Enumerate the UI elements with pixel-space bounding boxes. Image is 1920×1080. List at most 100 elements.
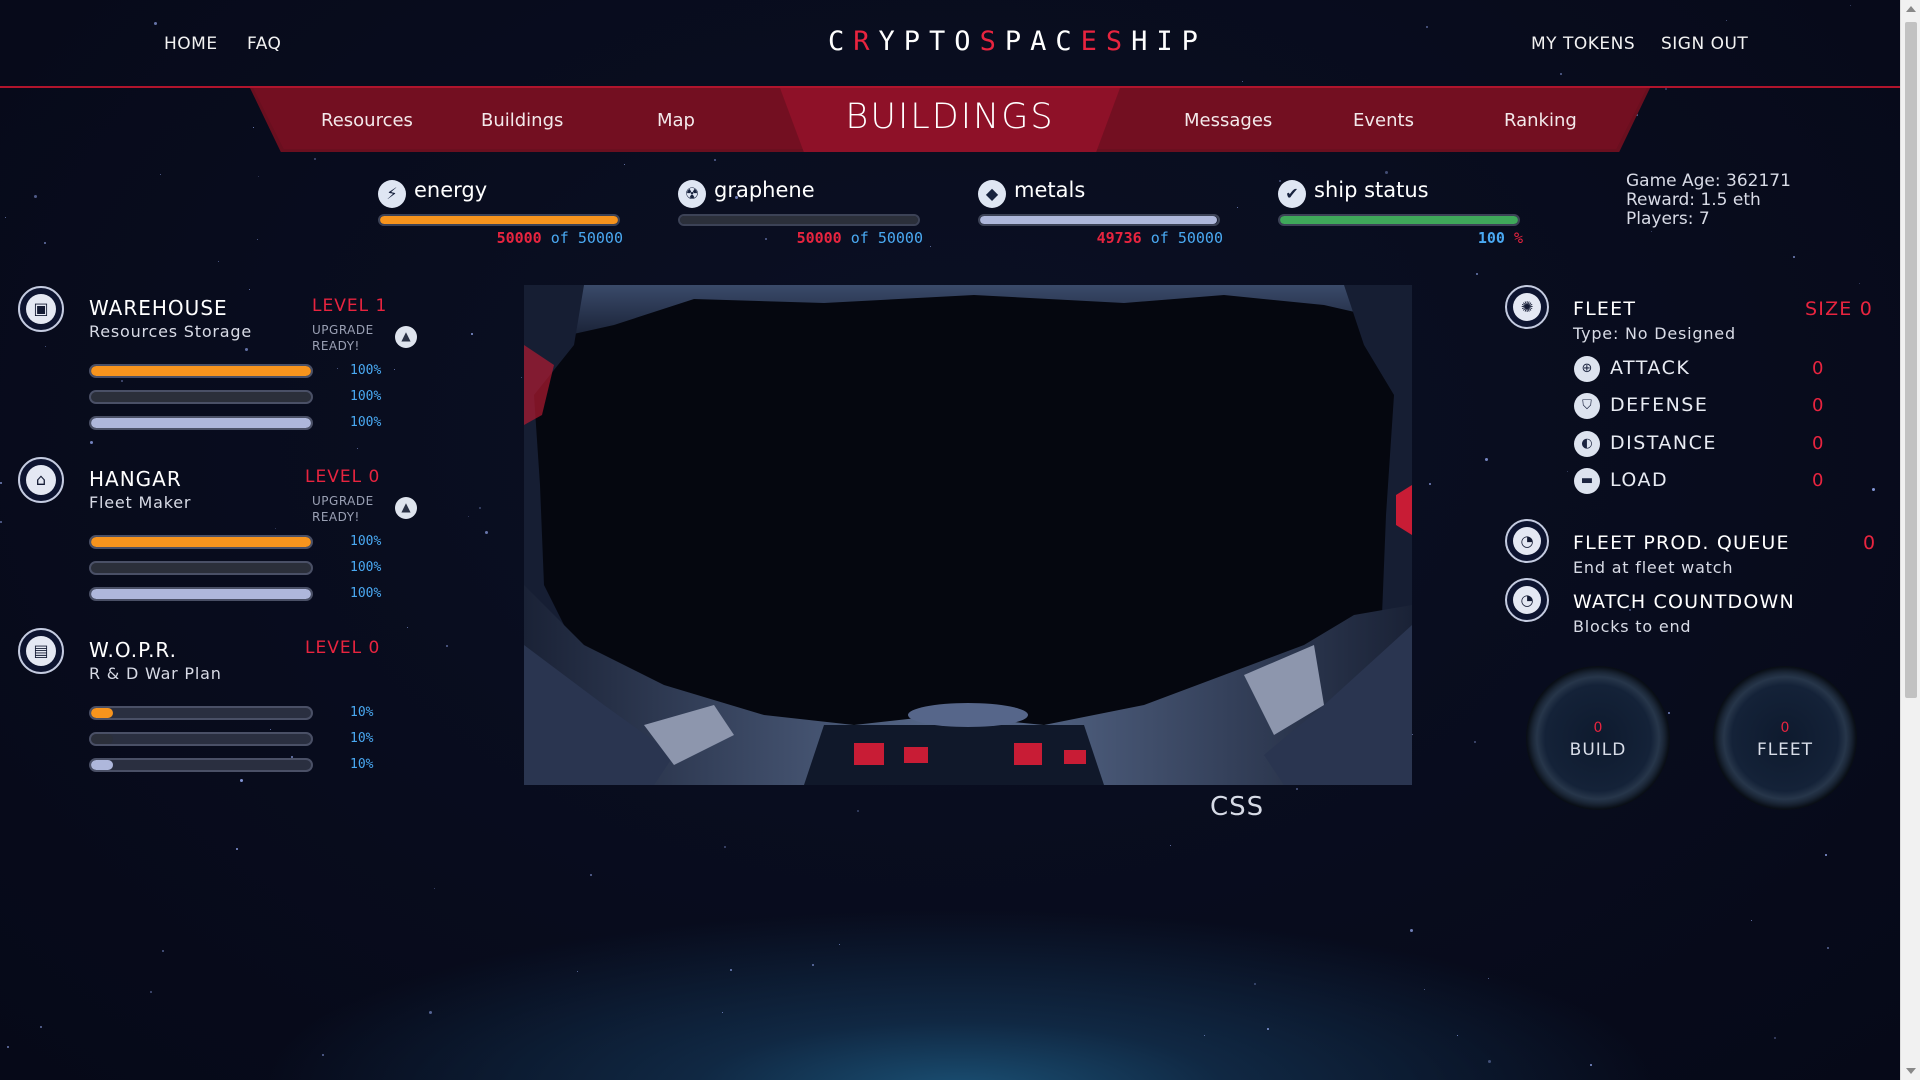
resource-sep: of [1150, 229, 1169, 247]
building-progress-bar [89, 364, 313, 378]
tab-messages[interactable]: Messages [1184, 110, 1272, 131]
building-name: HANGAR [89, 467, 182, 491]
fleet-stat-load-value: 0 [1812, 470, 1824, 491]
build-dial-button[interactable]: 0 BUILD [1526, 666, 1670, 810]
cockpit-viewport [524, 285, 1412, 785]
logo-letters: C [828, 26, 854, 57]
clock-icon: ◔ [1513, 586, 1541, 614]
building-progress-percent: 10% [350, 757, 374, 772]
check-icon: ✔ [1278, 180, 1306, 208]
box-icon: ▣ [26, 294, 56, 324]
cockpit-frame [524, 285, 1412, 785]
upgrade-label: UPGRADE [312, 494, 374, 508]
resource-bar-fill [1280, 216, 1518, 224]
resource-max: 50000 [577, 229, 623, 247]
building-name: WAREHOUSE [89, 296, 228, 320]
resource-current: 50000 [496, 229, 542, 247]
fleet-stat-load-label: LOAD [1610, 469, 1669, 491]
resource-current: 50000 [796, 229, 842, 247]
clock-icon: ◔ [1513, 527, 1541, 555]
upgrade-ready: READY! [312, 510, 360, 524]
queue-icon-button[interactable]: ◔ [1505, 519, 1549, 563]
scroll-thumb[interactable] [1905, 22, 1917, 698]
tab-map[interactable]: Map [657, 110, 695, 131]
fleet-stat-defense-label: DEFENSE [1610, 394, 1709, 416]
resource-name: ship status [1314, 178, 1429, 202]
building-progress-bar [89, 416, 313, 430]
fleet-stat-attack-label: ATTACK [1610, 357, 1691, 379]
building-progress-bar [89, 390, 313, 404]
resource-max: 50000 [877, 229, 923, 247]
resource-name: graphene [714, 178, 815, 202]
upgrade-button[interactable]: ▲ [395, 497, 417, 519]
game-info: Game Age: 362171 Reward: 1.5 eth Players… [1626, 172, 1791, 229]
fleet-stat-distance-label: DISTANCE [1610, 432, 1717, 454]
tab-resources[interactable]: Resources [321, 110, 413, 131]
hangar-icon: ⌂ [26, 465, 56, 495]
building-icon[interactable]: ▤ [18, 628, 64, 674]
fleet-icon-button[interactable]: ✺ [1505, 285, 1549, 329]
resource-value: 50000 of 50000 [797, 229, 923, 247]
watch-subtitle: Blocks to end [1573, 617, 1692, 636]
nav-home-link[interactable]: HOME [164, 34, 218, 54]
fleet-stat-distance-value: 0 [1812, 433, 1824, 454]
building-level: LEVEL 0 [305, 638, 381, 658]
nav-my-tokens-link[interactable]: MY TOKENS [1531, 34, 1635, 54]
scrollbar[interactable] [1900, 0, 1920, 1080]
fleet-title: FLEET [1573, 298, 1637, 320]
building-progress-fill [91, 392, 311, 402]
upgrade-status: UPGRADE READY! [312, 493, 374, 525]
upgrade-button[interactable]: ▲ [395, 326, 417, 348]
building-subtitle: Fleet Maker [89, 493, 192, 512]
resource-current: 100 [1477, 229, 1505, 247]
resource-value: 49736 of 50000 [1097, 229, 1223, 247]
tab-buildings[interactable]: Buildings [481, 110, 563, 131]
fleet-dial-button[interactable]: 0 FLEET [1713, 666, 1857, 810]
queue-title: FLEET PROD. QUEUE [1573, 532, 1790, 554]
building-level: LEVEL 1 [312, 296, 388, 316]
tab-ranking[interactable]: Ranking [1504, 110, 1577, 131]
logo[interactable]: CRYPTOSPACESHIP [828, 26, 1207, 57]
resource-bar [1278, 214, 1520, 226]
building-progress-bar [89, 561, 313, 575]
queue-subtitle: End at fleet watch [1573, 558, 1734, 577]
building-progress-bar [89, 706, 313, 720]
building-icon[interactable]: ⌂ [18, 457, 64, 503]
resource-current: 49736 [1096, 229, 1142, 247]
crosshair-icon: ⊕ [1574, 356, 1600, 382]
resource-name: energy [414, 178, 488, 202]
building-progress-percent: 100% [350, 534, 382, 549]
building-progress-percent: 100% [350, 363, 382, 378]
resource-value: 50000 of 50000 [497, 229, 623, 247]
page-title: BUILDINGS [845, 97, 1055, 137]
building-subtitle: Resources Storage [89, 322, 252, 341]
resource-value: 100 % [1478, 229, 1523, 247]
nav-faq-link[interactable]: FAQ [247, 34, 281, 54]
building-icon[interactable]: ▣ [18, 286, 64, 332]
scroll-down-arrow-icon[interactable] [1906, 1068, 1916, 1074]
tab-events[interactable]: Events [1353, 110, 1414, 131]
watch-icon-button[interactable]: ◔ [1505, 578, 1549, 622]
building-progress-fill [91, 589, 311, 599]
resource-sep: of [850, 229, 869, 247]
building-progress-percent: 100% [350, 415, 382, 430]
building-progress-percent: 100% [350, 586, 382, 601]
building-progress-fill [91, 418, 311, 428]
nav-sign-out-link[interactable]: SIGN OUT [1661, 34, 1748, 54]
scroll-up-arrow-icon[interactable] [1906, 6, 1916, 12]
logo-letters: PAC [1004, 26, 1081, 57]
fleet-type: Type: No Designed [1573, 324, 1736, 343]
fleet-stat-defense-value: 0 [1812, 395, 1824, 416]
cargo-icon: ▬ [1574, 468, 1600, 494]
build-dial-value: 0 [1593, 720, 1603, 736]
logo-letters: E [1080, 26, 1106, 57]
resource-bar [378, 214, 620, 226]
building-progress-percent: 100% [350, 560, 382, 575]
viewport-label: CSS [1210, 792, 1265, 822]
build-dial-label: BUILD [1569, 740, 1627, 760]
fleet-icon: ✺ [1513, 293, 1541, 321]
watch-title: WATCH COUNTDOWN [1573, 591, 1795, 613]
building-progress-percent: 10% [350, 705, 374, 720]
top-navbar: HOME FAQ CRYPTOSPACESHIP MY TOKENS SIGN … [0, 0, 1900, 88]
planet-icon: ◐ [1574, 431, 1600, 457]
